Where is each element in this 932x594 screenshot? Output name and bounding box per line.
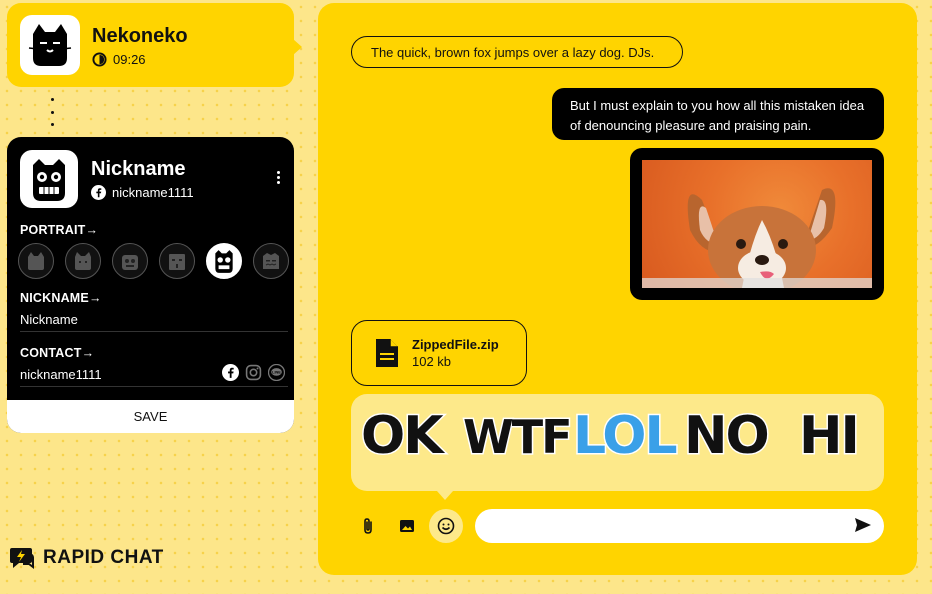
svg-text:LINE: LINE (272, 371, 281, 375)
sticker-picker: OK WTF LOL NO HI (351, 394, 884, 500)
brand-name: RAPID CHAT (43, 547, 164, 568)
divider (20, 331, 288, 332)
portrait-option-robot[interactable] (112, 243, 148, 279)
cat-icon (28, 24, 72, 66)
facebook-icon (91, 185, 106, 200)
portrait-option-zombie[interactable] (253, 243, 289, 279)
file-size: 102 kb (412, 354, 452, 369)
file-name: ZippedFile.zip (412, 337, 499, 352)
profile-menu-icon[interactable] (277, 171, 280, 184)
nickname-label: NICKNAME→ (20, 291, 102, 305)
outgoing-message: But I must explain to you how all this m… (552, 88, 884, 140)
portrait-option-owl-selected[interactable] (206, 243, 242, 279)
divider (20, 386, 288, 387)
line-icon[interactable]: LINE (268, 364, 285, 381)
contact-name: Nekoneko (92, 24, 188, 47)
emoji-button[interactable] (429, 509, 463, 543)
contact-field[interactable]: nickname1111 (20, 367, 102, 382)
chat-bolt-icon (10, 548, 34, 569)
facebook-icon[interactable] (222, 364, 239, 381)
attach-button[interactable] (351, 509, 385, 543)
sticker-wtf[interactable]: WTF (462, 409, 575, 466)
nickname-field[interactable]: Nickname (20, 312, 78, 327)
chat-panel: The quick, brown fox jumps over a lazy d… (318, 3, 917, 575)
sticker-hi[interactable]: HI (798, 405, 862, 468)
send-icon[interactable] (854, 517, 872, 533)
portrait-picker (18, 243, 289, 279)
save-button[interactable]: SAVE (7, 400, 294, 433)
brand-logo: RAPID CHAT (9, 546, 164, 570)
profile-handle: nickname1111 (112, 185, 194, 200)
sticker-picker-tail (437, 491, 453, 500)
sticker-ok[interactable]: OK (360, 405, 445, 468)
sticker-lol[interactable]: LOL (572, 405, 680, 468)
corgi-photo (642, 160, 872, 288)
more-vertical-icon[interactable] (49, 98, 55, 126)
portrait-option-cat-1[interactable] (18, 243, 54, 279)
cat-portrait-icon (28, 252, 44, 270)
clock-icon (92, 51, 107, 67)
image-icon (400, 520, 414, 532)
dog-image (642, 188, 872, 288)
sticker-no[interactable]: NO (683, 405, 772, 468)
paperclip-icon (364, 518, 372, 534)
document-icon (376, 339, 398, 367)
zombie-portrait-icon (263, 253, 279, 269)
contact-label: CONTACT→ (20, 346, 95, 360)
cat-portrait-icon (75, 252, 91, 270)
portrait-option-cat-2[interactable] (65, 243, 101, 279)
profile-panel: Nickname nickname1111 PORTRAIT→ NICKNAME… (7, 137, 294, 433)
photo-message[interactable] (630, 148, 884, 300)
smiley-icon (437, 517, 455, 535)
file-message[interactable]: ZippedFile.zip 102 kb (351, 320, 527, 386)
owl-portrait-icon (215, 250, 233, 273)
owl-icon (33, 159, 65, 201)
monster-portrait-icon (169, 254, 185, 270)
portrait-option-monster[interactable] (159, 243, 195, 279)
robot-portrait-icon (122, 255, 138, 270)
instagram-icon[interactable] (245, 364, 262, 381)
message-composer (351, 507, 884, 545)
contact-avatar (20, 15, 80, 75)
message-input[interactable] (475, 509, 884, 543)
contact-card[interactable]: Nekoneko 09:26 (7, 3, 302, 87)
profile-avatar[interactable] (20, 150, 78, 208)
contact-time: 09:26 (113, 51, 146, 67)
incoming-message: The quick, brown fox jumps over a lazy d… (351, 36, 683, 68)
portrait-label: PORTRAIT→ (20, 223, 99, 237)
contact-card-tail (293, 39, 302, 55)
profile-name: Nickname (91, 158, 186, 180)
image-button[interactable] (390, 509, 424, 543)
